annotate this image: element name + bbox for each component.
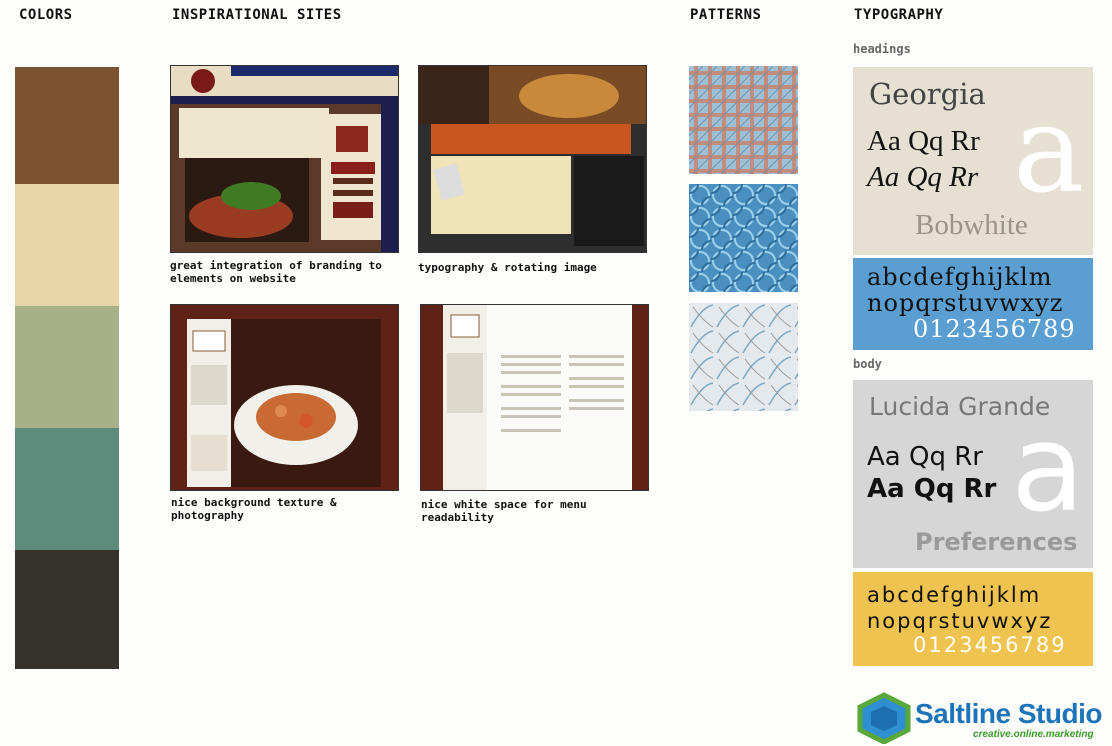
patterns-heading: PATTERNS [690,7,762,23]
site-thumbnail-ginger[interactable] [418,65,647,253]
sites-heading: INSPIRATIONAL SITES [172,7,342,23]
headings-font-panel: Georgia a Aa Qq Rr Aa Qq Rr Bobwhite [853,67,1093,255]
color-swatch-cream [15,184,119,306]
site-caption-3: nice background texture & photography [171,496,337,522]
site-thumbnail-burtons-menu[interactable] [420,304,649,491]
headings-alpha-1: abcdefghijklm [867,263,1053,291]
headings-alphabet-panel: abcdefghijklm nopqrstuvwxyz 0123456789 [853,258,1093,350]
colors-heading: COLORS [19,7,73,23]
body-sample-regular: Aa Qq Rr [867,442,983,472]
body-alphabet-panel: abcdefghijklm nopqrstuvwxyz 0123456789 [853,572,1093,666]
site-caption-4: nice white space for menu readability [421,498,587,524]
site-thumbnail-lone-star[interactable] [170,65,399,253]
body-digits: 0123456789 [913,633,1067,657]
body-alpha-1: abcdefghijklm [867,583,1042,607]
lone-star-screenshot [171,66,398,252]
color-palette [15,67,119,669]
headings-secondary: Bobwhite [915,209,1028,241]
headings-digits: 0123456789 [913,315,1076,343]
color-swatch-sage [15,306,119,428]
color-swatch-teal [15,428,119,550]
headings-sample-italic: Aa Qq Rr [867,161,979,193]
body-big-a: a [1011,400,1085,539]
site-caption-1: great integration of branding to element… [170,259,382,285]
pattern-leaves [689,303,798,411]
body-sample-bold: Aa Qq Rr [867,474,997,504]
body-alpha-2: nopqrstuvwxyz [867,609,1053,633]
pattern-plaid [689,66,798,174]
site-thumbnail-burtons-photo[interactable] [170,304,399,491]
site-caption-2: typography & rotating image [418,261,597,274]
typography-heading: TYPOGRAPHY [854,7,944,23]
saltline-logo-mark-icon [857,692,911,744]
color-swatch-charcoal [15,550,119,669]
headings-sample-regular: Aa Qq Rr [867,125,980,157]
body-secondary: Preferences [915,528,1078,556]
ginger-screenshot [419,66,646,252]
saltline-logo-name: Saltline Studio [915,698,1102,729]
saltline-logo-tagline: creative.online.marketing [973,729,1094,740]
pattern-circles [689,184,798,292]
headings-big-a: a [1013,81,1085,220]
body-label: body [853,357,882,371]
headings-font-name: Georgia [869,77,986,111]
burtons-menu-screenshot [421,305,648,490]
body-font-panel: Lucida Grande a Aa Qq Rr Aa Qq Rr Prefer… [853,380,1093,568]
headings-label: headings [853,42,911,56]
saltline-logo: Saltline Studio creative.online.marketin… [855,692,1110,744]
burtons-photo-screenshot [171,305,398,490]
headings-alpha-2: nopqrstuvwxyz [867,289,1064,317]
color-swatch-brown [15,67,119,184]
